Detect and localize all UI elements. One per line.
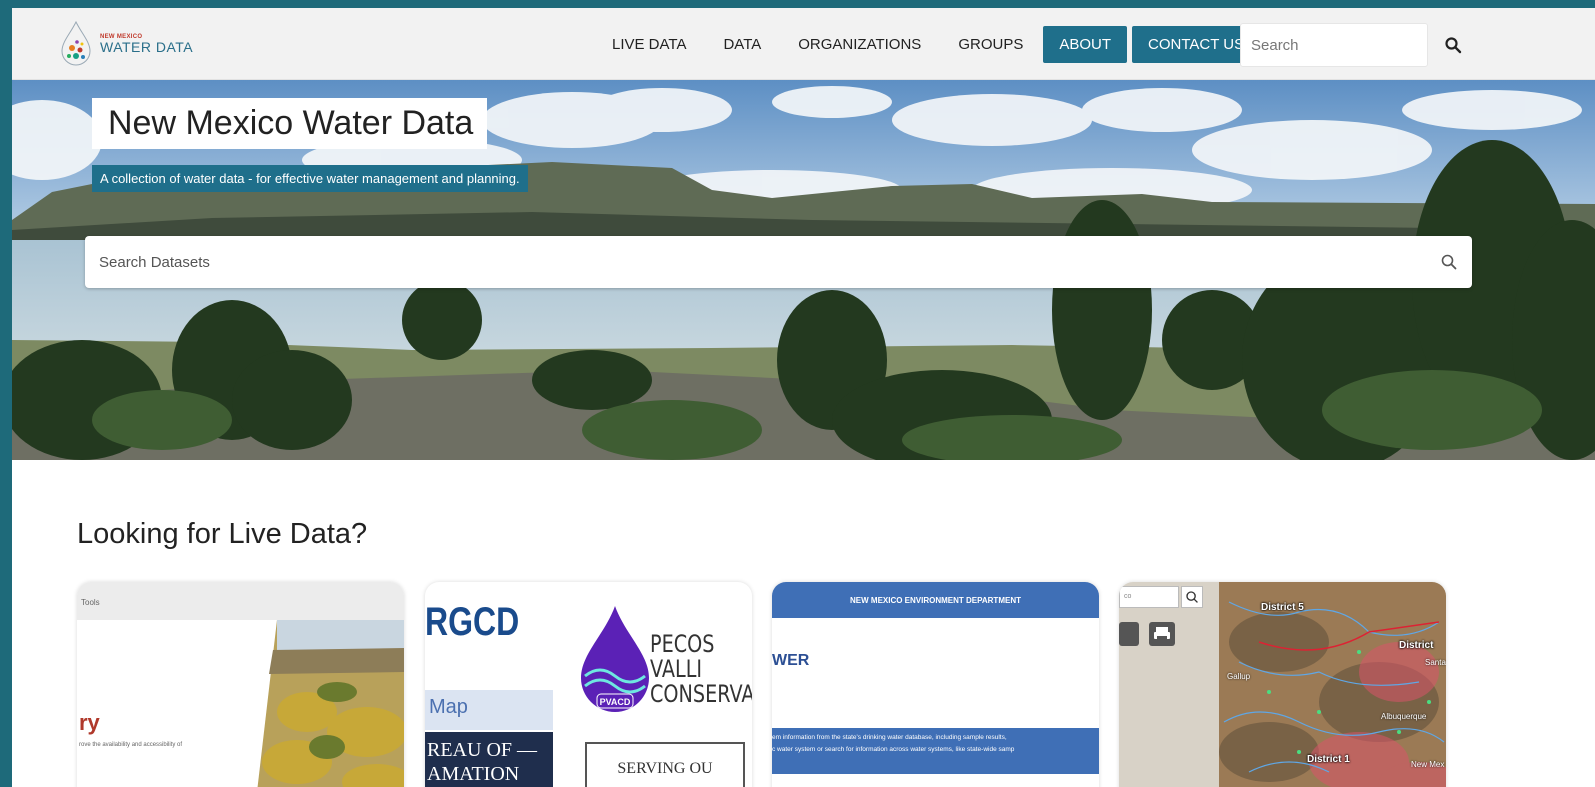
live-data-card[interactable]: co District 5 District District 1 Gallup… bbox=[1119, 582, 1446, 787]
rgcd-logo-text: RGCD bbox=[425, 600, 520, 644]
logo-big-text: WATER DATA bbox=[100, 39, 194, 55]
map-label: Map bbox=[425, 690, 553, 730]
pecos-logo-text: PECOS VALLI CONSERVAN bbox=[650, 630, 752, 709]
district-label: District 1 bbox=[1307, 754, 1350, 765]
header-search-input[interactable]: Search bbox=[1240, 23, 1428, 67]
info-line-1: em information from the state's drinking… bbox=[772, 734, 1007, 741]
layers-icon[interactable] bbox=[1119, 622, 1139, 646]
city-label: Albuquerque bbox=[1381, 712, 1427, 721]
card-description-fragment: rove the availability and accessibility … bbox=[79, 742, 183, 748]
live-data-card[interactable]: NEW MEXICO ENVIRONMENT DEPARTMENT WER em… bbox=[772, 582, 1099, 787]
dataset-search-input[interactable] bbox=[85, 236, 1385, 288]
pvacd-drop-logo-icon: PVACD bbox=[581, 606, 649, 712]
map-search-input[interactable]: co bbox=[1119, 586, 1179, 608]
city-label: Santa bbox=[1425, 658, 1446, 667]
info-line-2: c water system or search for information… bbox=[772, 746, 1015, 753]
pecos-line-2: CONSERVAN bbox=[650, 680, 752, 709]
live-data-card[interactable]: Tools ry rove the availability and acces… bbox=[77, 582, 404, 787]
nav-groups[interactable]: GROUPS bbox=[958, 26, 1023, 63]
card-title-fragment: ry bbox=[79, 710, 100, 735]
search-icon[interactable] bbox=[1440, 253, 1458, 271]
hero-subtitle: A collection of water data - for effecti… bbox=[92, 165, 528, 192]
water-drop-logo-icon bbox=[61, 20, 91, 66]
nmed-header-text: NEW MEXICO ENVIRONMENT DEPARTMENT bbox=[772, 582, 1099, 618]
dataset-search-bar bbox=[85, 236, 1472, 288]
pecos-line-1: PECOS VALLI bbox=[650, 630, 715, 684]
city-label: Gallup bbox=[1227, 672, 1251, 681]
district-label: District bbox=[1399, 640, 1434, 651]
site-header: NEW MEXICO WATER DATA LIVE DATA DATA ORG… bbox=[12, 8, 1595, 80]
live-data-heading: Looking for Live Data? bbox=[77, 518, 368, 550]
bureau-logo-text: REAU OF — AMATION bbox=[425, 732, 553, 787]
live-data-cards: Tools ry rove the availability and acces… bbox=[77, 582, 1457, 787]
nav-live-data[interactable]: LIVE DATA bbox=[612, 26, 686, 63]
serving-badge-text: SERVING OU bbox=[585, 742, 745, 787]
bureau-line-1: REAU OF — bbox=[427, 739, 538, 761]
district-label: District 5 bbox=[1261, 602, 1304, 613]
print-icon[interactable] bbox=[1149, 622, 1175, 646]
hero-title: New Mexico Water Data bbox=[92, 98, 488, 149]
browser-frame: NEW MEXICO WATER DATA LIVE DATA DATA ORG… bbox=[12, 8, 1595, 787]
live-data-card[interactable]: RGCD Map PVACD PECOS VALLI CONSERVAN REA… bbox=[425, 582, 752, 787]
bureau-line-2: AMATION bbox=[427, 763, 520, 785]
search-icon[interactable] bbox=[1181, 586, 1203, 608]
main-nav: LIVE DATA DATA ORGANIZATIONS GROUPS ABOU… bbox=[612, 26, 1265, 63]
landscape-thumbnail bbox=[257, 620, 404, 787]
nav-organizations[interactable]: ORGANIZATIONS bbox=[798, 26, 921, 63]
city-label: New Mex bbox=[1411, 760, 1445, 769]
card-title-fragment: WER bbox=[772, 652, 810, 669]
search-icon[interactable] bbox=[1444, 36, 1462, 54]
hero-banner: New Mexico Water Data A collection of wa… bbox=[12, 80, 1595, 460]
about-button[interactable]: ABOUT bbox=[1043, 26, 1128, 63]
nav-data[interactable]: DATA bbox=[723, 26, 761, 63]
site-logo[interactable]: NEW MEXICO WATER DATA bbox=[56, 16, 216, 72]
pvacd-text: PVACD bbox=[600, 697, 631, 707]
